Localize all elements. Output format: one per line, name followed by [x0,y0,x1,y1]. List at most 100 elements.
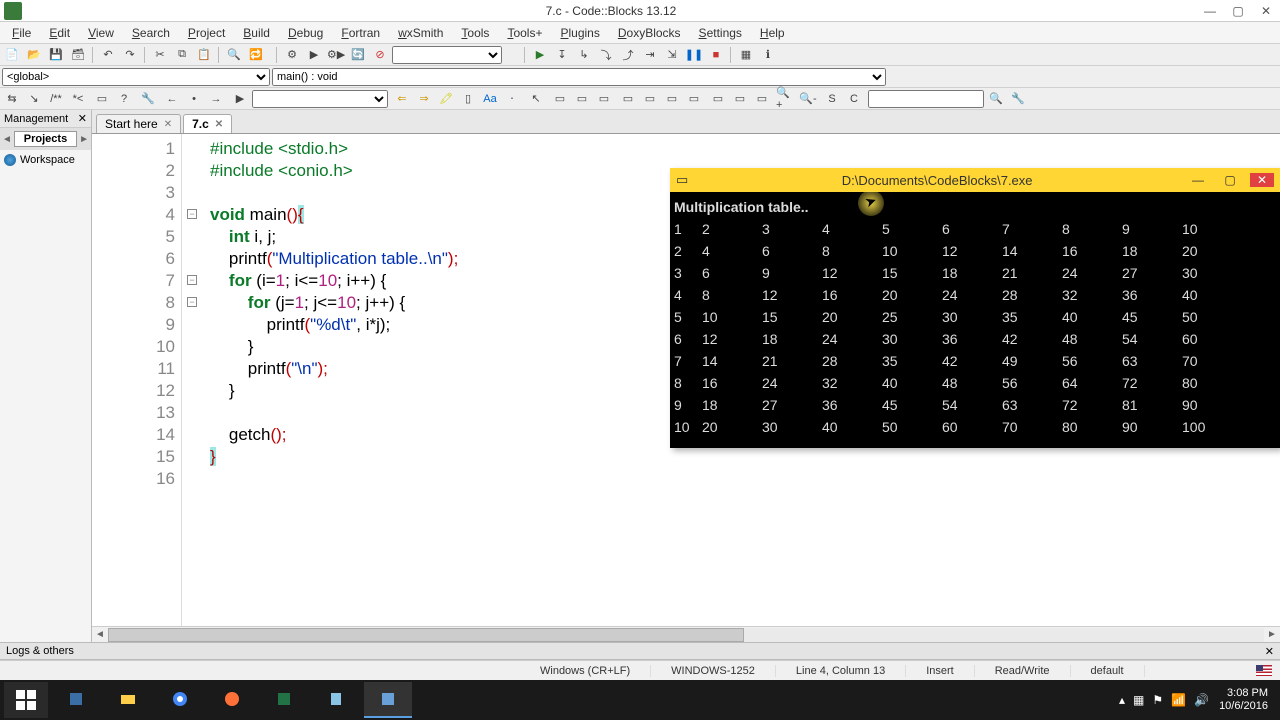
nav-back-icon[interactable]: ← [162,90,182,108]
letter-s-icon[interactable]: S [822,90,842,108]
menu-edit[interactable]: Edit [41,24,78,42]
console-close-button[interactable]: ✕ [1250,173,1274,187]
editor-hscroll[interactable]: ◄ ► [92,626,1280,642]
btn8-icon[interactable]: ▭ [708,90,728,108]
tab-start-here[interactable]: Start here ✕ [96,114,181,133]
letter-c-icon[interactable]: C [844,90,864,108]
wrench-icon[interactable]: 🔧 [138,90,158,108]
minimize-button[interactable]: — [1196,0,1224,22]
menu-tools[interactable]: Tools [453,24,497,42]
debug-windows-icon[interactable]: ▦ [736,46,756,64]
save-icon[interactable]: 💾 [46,46,66,64]
taskbar-firefox[interactable] [208,682,256,718]
step-instr-icon[interactable]: ⇲ [662,46,682,64]
new-file-icon[interactable]: 📄 [2,46,22,64]
menu-debug[interactable]: Debug [280,24,331,42]
find-icon[interactable]: 🔍 [224,46,244,64]
console-window[interactable]: ▭ D:\Documents\CodeBlocks\7.exe — ▢ ✕ Mu… [670,168,1280,448]
zoom-out-icon[interactable]: 🔍- [798,90,818,108]
maximize-button[interactable]: ▢ [1224,0,1252,22]
symbol-select[interactable] [252,90,388,108]
comment-line-icon[interactable]: *< [68,90,88,108]
search-input[interactable] [868,90,984,108]
btn4-icon[interactable]: ▭ [618,90,638,108]
btn7-icon[interactable]: ▭ [684,90,704,108]
btn6-icon[interactable]: ▭ [662,90,682,108]
scope-global-select[interactable]: <global> [2,68,270,86]
stop-debug-icon[interactable]: ■ [706,46,726,64]
close-button[interactable]: ✕ [1252,0,1280,22]
taskbar-codeblocks[interactable] [364,682,412,718]
console-minimize-button[interactable]: — [1186,173,1210,187]
menu-search[interactable]: Search [124,24,178,42]
btn2-icon[interactable]: ▭ [572,90,592,108]
break-icon[interactable]: ❚❚ [684,46,704,64]
btn3-icon[interactable]: ▭ [594,90,614,108]
menu-file[interactable]: File [4,24,39,42]
management-close-icon[interactable]: ✕ [78,112,87,125]
menu-plugins[interactable]: Plugins [552,24,607,42]
tab-7c-close-icon[interactable]: ✕ [215,119,223,130]
menu-fortran[interactable]: Fortran [333,24,388,42]
menu-doxyblocks[interactable]: DoxyBlocks [610,24,689,42]
tray-up-icon[interactable]: ▴ [1119,693,1125,707]
next-instr-icon[interactable]: ⇥ [640,46,660,64]
btn5-icon[interactable]: ▭ [640,90,660,108]
scope-function-select[interactable]: main() : void [272,68,886,86]
info-icon[interactable]: ℹ [758,46,778,64]
prev-icon[interactable]: ⇐ [392,90,412,108]
copy-icon[interactable]: ⧉ [172,46,192,64]
step-into-icon[interactable]: ⤵ [596,46,616,64]
taskbar-notepad[interactable] [312,682,360,718]
open-file-icon[interactable]: 📂 [24,46,44,64]
taskbar-explorer[interactable] [104,682,152,718]
system-tray[interactable]: ▴ ▦ ⚑ 📶 🔊 3:08 PM 10/6/2016 [1119,687,1276,713]
btn9-icon[interactable]: ▭ [730,90,750,108]
menu-wxsmith[interactable]: wxSmith [390,24,451,42]
jump-icon[interactable]: ↘ [24,90,44,108]
settings-icon[interactable]: 🔧 [1008,90,1028,108]
start-button[interactable] [4,682,48,718]
build-icon[interactable]: ⚙ [282,46,302,64]
menu-project[interactable]: Project [180,24,233,42]
locale-flag-icon[interactable] [1256,665,1272,676]
clear-icon[interactable]: ⋅ [502,90,522,108]
logs-panel-header[interactable]: Logs & others ✕ [0,642,1280,660]
console-maximize-button[interactable]: ▢ [1218,173,1242,187]
save-all-icon[interactable]: 🗃 [68,46,88,64]
menu-tools+[interactable]: Tools+ [499,24,550,42]
console-titlebar[interactable]: ▭ D:\Documents\CodeBlocks\7.exe — ▢ ✕ [670,168,1280,192]
cut-icon[interactable]: ✂ [150,46,170,64]
pointer-icon[interactable]: ↖ [526,90,546,108]
tray-network-icon[interactable]: 📶 [1171,693,1186,707]
toggle-source-icon[interactable]: ⇆ [2,90,22,108]
tab-start-close-icon[interactable]: ✕ [164,119,172,130]
nav-mark-icon[interactable]: • [184,90,204,108]
comment-block-icon[interactable]: /** [46,90,66,108]
build-target-select[interactable] [392,46,502,64]
tray-action-icon[interactable]: ⚑ [1152,693,1163,707]
run-to-cursor-icon[interactable]: ↧ [552,46,572,64]
search-go-icon[interactable]: 🔍 [986,90,1006,108]
menu-settings[interactable]: Settings [691,24,750,42]
tray-vbox-icon[interactable]: ▦ [1133,693,1144,707]
replace-icon[interactable]: 🔁 [246,46,266,64]
rebuild-icon[interactable]: 🔄 [348,46,368,64]
logs-close-icon[interactable]: ✕ [1265,645,1274,658]
undo-icon[interactable]: ↶ [98,46,118,64]
menu-view[interactable]: View [80,24,122,42]
next-icon[interactable]: ⇒ [414,90,434,108]
btn10-icon[interactable]: ▭ [752,90,772,108]
text-icon[interactable]: Aa [480,90,500,108]
bookmark-icon[interactable]: ▶ [230,90,250,108]
select-icon[interactable]: ▯ [458,90,478,108]
projects-tab-prev[interactable]: ◄ [0,134,14,145]
doxy-help-icon[interactable]: ? [114,90,134,108]
paste-icon[interactable]: 📋 [194,46,214,64]
btn1-icon[interactable]: ▭ [550,90,570,108]
taskbar-chrome[interactable] [156,682,204,718]
debug-run-icon[interactable]: ▶ [530,46,550,64]
tray-volume-icon[interactable]: 🔊 [1194,693,1209,707]
workspace-node[interactable]: Workspace [4,154,87,166]
zoom-in-icon[interactable]: 🔍+ [776,90,796,108]
